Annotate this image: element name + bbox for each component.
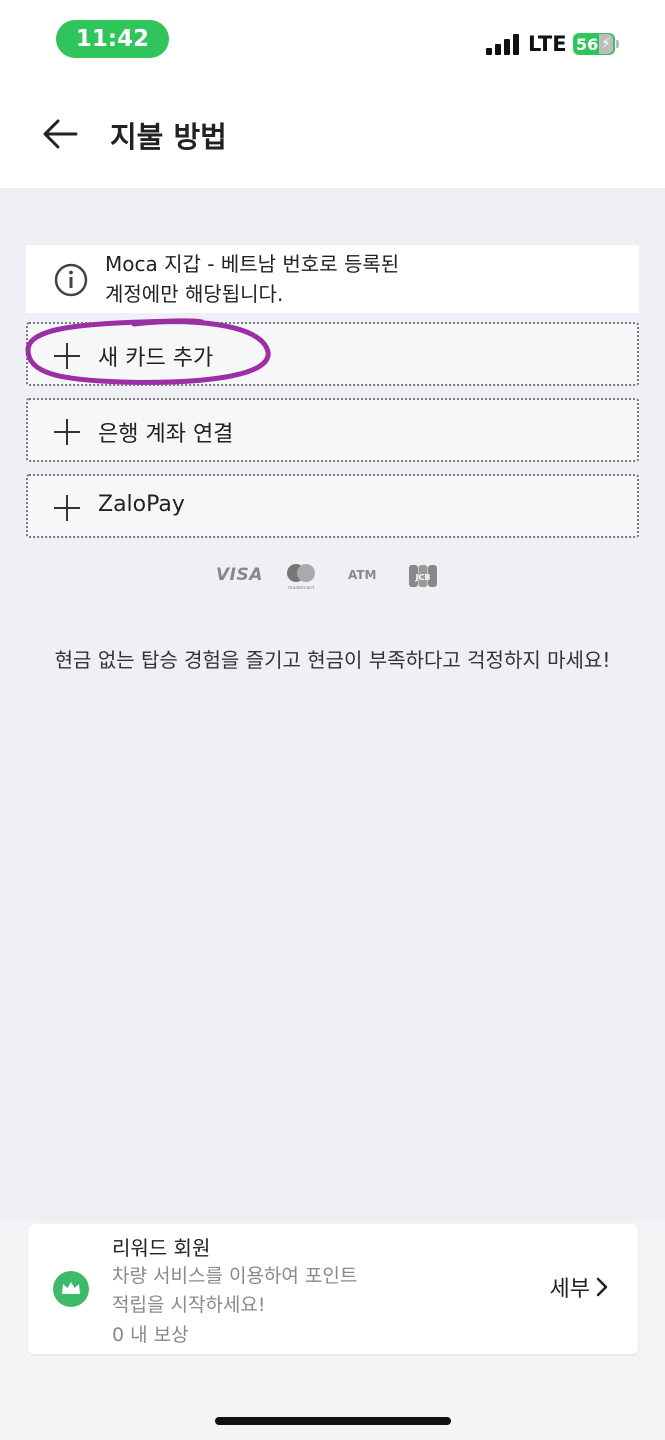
battery-level: 56 bbox=[576, 34, 599, 54]
home-indicator[interactable] bbox=[215, 1417, 451, 1425]
battery-icon: 56 ⚡ bbox=[573, 33, 615, 55]
back-button[interactable] bbox=[40, 116, 80, 152]
info-notice: Moca 지갑 - 베트남 번호로 등록된 계정에만 해당됩니다. bbox=[26, 245, 639, 313]
rewards-details-button[interactable]: 세부 bbox=[550, 1271, 608, 1303]
rewards-desc-line-1: 차량 서비스를 이용하여 포인트 bbox=[112, 1265, 358, 1287]
plus-icon bbox=[54, 343, 80, 369]
plus-icon bbox=[54, 419, 80, 445]
rewards-desc-line-2: 적립을 시작하세요! bbox=[112, 1294, 266, 1316]
status-bar: 11:42 LTE 56 ⚡ bbox=[0, 0, 665, 80]
mastercard-logo: mastercard bbox=[287, 564, 315, 590]
rewards-count: 0 내 보상 bbox=[112, 1324, 189, 1346]
arrow-left-icon bbox=[43, 119, 78, 149]
chevron-right-icon bbox=[596, 1277, 608, 1297]
battery-cap bbox=[616, 40, 619, 48]
info-line-1: Moca 지갑 - 베트남 번호로 등록된 bbox=[105, 252, 400, 276]
rewards-description: 차량 서비스를 이용하여 포인트 적립을 시작하세요! bbox=[112, 1262, 412, 1320]
promo-text: 현금 없는 탑승 경험을 즐기고 현금이 부족하다고 걱정하지 마세요! bbox=[54, 648, 611, 672]
signal-icon bbox=[486, 33, 522, 55]
crown-icon bbox=[53, 1271, 89, 1307]
link-bank-account-label: 은행 계좌 연결 bbox=[98, 422, 234, 447]
status-time: 11:42 bbox=[56, 20, 169, 58]
info-icon bbox=[54, 263, 88, 297]
add-zalopay-label: ZaloPay bbox=[98, 492, 185, 517]
add-card-button[interactable]: 새 카드 추가 bbox=[26, 322, 639, 386]
info-text: Moca 지갑 - 베트남 번호로 등록된 계정에만 해당됩니다. bbox=[105, 249, 399, 309]
rewards-card[interactable]: 리워드 회원 차량 서비스를 이용하여 포인트 적립을 시작하세요! 0 내 보… bbox=[28, 1224, 638, 1354]
plus-icon bbox=[54, 495, 80, 521]
details-label: 세부 bbox=[549, 1277, 590, 1302]
charging-bolt-icon: ⚡ bbox=[599, 34, 613, 54]
jcb-logo: JCB bbox=[409, 565, 437, 587]
link-bank-account-button[interactable]: 은행 계좌 연결 bbox=[26, 398, 639, 462]
add-zalopay-button[interactable]: ZaloPay bbox=[26, 474, 639, 538]
page-title: 지불 방법 bbox=[110, 120, 227, 154]
visa-logo: VISA bbox=[216, 565, 263, 585]
atm-logo: ATM bbox=[348, 568, 377, 582]
network-type: LTE bbox=[528, 32, 567, 56]
info-line-2: 계정에만 해당됩니다. bbox=[105, 282, 284, 306]
add-card-label: 새 카드 추가 bbox=[98, 346, 214, 371]
jcb-text: JCB bbox=[415, 573, 431, 582]
app-header: 지불 방법 bbox=[0, 80, 665, 188]
rewards-title: 리워드 회원 bbox=[112, 1236, 211, 1260]
card-logos: VISA mastercard ATM JCB bbox=[0, 562, 665, 592]
mastercard-caption: mastercard bbox=[288, 585, 314, 590]
